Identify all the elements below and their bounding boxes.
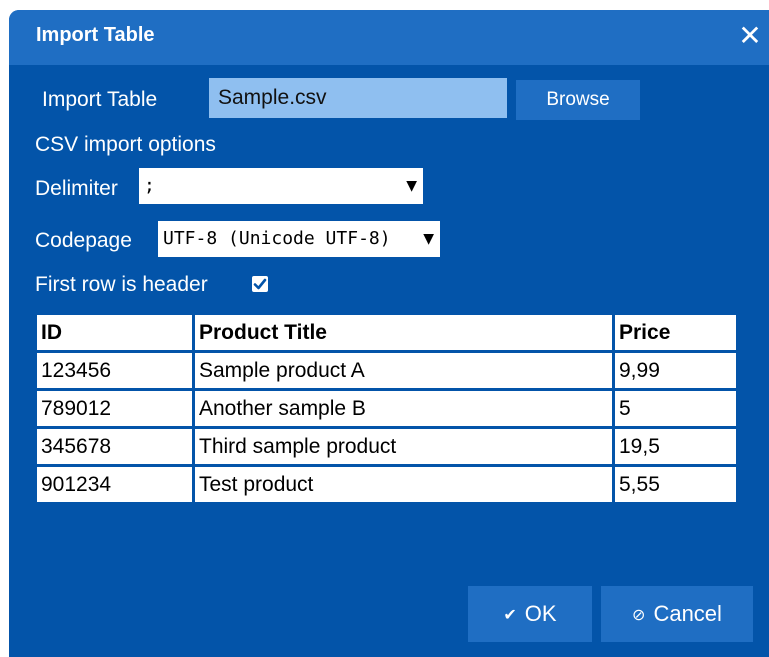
close-button[interactable]: ✕ — [735, 20, 765, 52]
table-cell-id: 123456 — [34, 350, 195, 391]
import-table-label: Import Table — [42, 88, 158, 111]
table-cell-price: 19,5 — [612, 426, 739, 467]
table-cell-id: 345678 — [34, 426, 195, 467]
preview-table: ID Product Title Price 123456 Sample pro… — [34, 312, 739, 505]
import-table-dialog: Import Table ✕ Import Table Browse CSV i… — [9, 10, 769, 657]
table-cell-product-title: Another sample B — [192, 388, 615, 429]
checkmark-icon — [253, 278, 267, 290]
codepage-label: Codepage — [35, 229, 132, 252]
table-cell-product-title: Third sample product — [192, 426, 615, 467]
codepage-select[interactable]: UTF-8 (Unicode UTF-8) ▼ — [158, 221, 440, 257]
csv-options-heading: CSV import options — [35, 133, 216, 156]
file-name-input[interactable] — [209, 78, 507, 118]
first-row-header-checkbox[interactable] — [252, 276, 268, 292]
cancel-button[interactable]: ⊘ Cancel — [601, 586, 753, 642]
first-row-header-label: First row is header — [35, 273, 208, 296]
dialog-titlebar: Import Table ✕ — [9, 10, 769, 65]
table-cell-id: 789012 — [34, 388, 195, 429]
table-row: 789012 Another sample B 5 — [34, 388, 739, 429]
delimiter-label: Delimiter — [35, 177, 118, 200]
chevron-down-icon: ▼ — [423, 231, 434, 247]
ok-button-label: OK — [524, 601, 557, 626]
table-row: 345678 Third sample product 19,5 — [34, 426, 739, 467]
table-cell-product-title: Sample product A — [192, 350, 615, 391]
table-cell-price: 5 — [612, 388, 739, 429]
dialog-title: Import Table — [36, 24, 155, 46]
table-cell-id: 901234 — [34, 464, 195, 505]
codepage-value: UTF-8 (Unicode UTF-8) — [163, 228, 391, 249]
table-row: 901234 Test product 5,55 — [34, 464, 739, 505]
chevron-down-icon: ▼ — [406, 178, 417, 194]
cancel-icon: ⊘ — [632, 607, 646, 624]
close-icon: ✕ — [738, 20, 762, 51]
table-cell-price: 5,55 — [612, 464, 739, 505]
delimiter-value: ; — [144, 175, 155, 196]
ok-button[interactable]: ✔ OK — [468, 586, 592, 642]
table-cell-price: 9,99 — [612, 350, 739, 391]
table-row: 123456 Sample product A 9,99 — [34, 350, 739, 391]
column-header-id: ID — [34, 312, 195, 353]
checkmark-icon: ✔ — [503, 607, 517, 624]
delimiter-select[interactable]: ; ▼ — [139, 168, 423, 204]
cancel-button-label: Cancel — [653, 601, 722, 626]
browse-button[interactable]: Browse — [516, 80, 640, 120]
table-cell-product-title: Test product — [192, 464, 615, 505]
table-header-row: ID Product Title Price — [34, 312, 739, 353]
column-header-product-title: Product Title — [192, 312, 615, 353]
column-header-price: Price — [612, 312, 739, 353]
